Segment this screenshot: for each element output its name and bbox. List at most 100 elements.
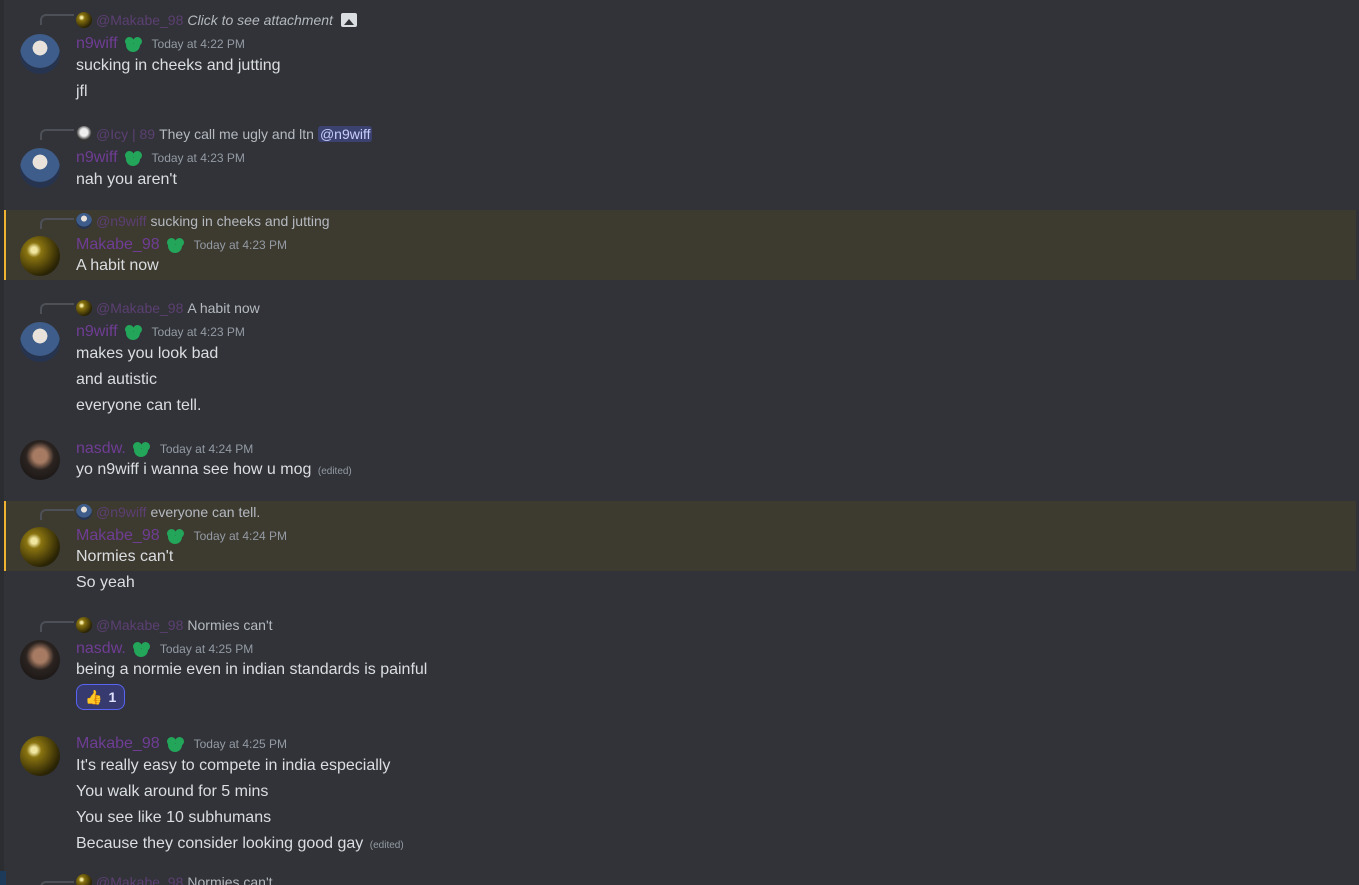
reply-username[interactable]: @Icy | 89 bbox=[96, 126, 155, 142]
reply-connector bbox=[40, 621, 74, 632]
reply-username[interactable]: @n9wiff bbox=[96, 213, 147, 229]
clan-badge-icon[interactable] bbox=[124, 35, 142, 53]
clan-badge-icon[interactable] bbox=[124, 149, 142, 167]
edited-label: (edited) bbox=[317, 466, 352, 477]
avatar[interactable] bbox=[20, 322, 60, 362]
reply-connector bbox=[40, 509, 74, 520]
username[interactable]: Makabe_98 bbox=[76, 236, 160, 254]
reply-text[interactable]: everyone can tell. bbox=[151, 504, 261, 520]
clan-badge-icon[interactable] bbox=[132, 640, 150, 658]
username[interactable]: nasdw. bbox=[76, 640, 126, 658]
username[interactable]: n9wiff bbox=[76, 323, 118, 341]
message-text: being a normie even in indian standards … bbox=[76, 661, 428, 678]
message-text: Normies can't bbox=[76, 548, 174, 565]
thumbs-up-icon: 👍 bbox=[85, 688, 103, 705]
reply-avatar bbox=[76, 300, 92, 316]
timestamp[interactable]: Today at 4:23 PM bbox=[152, 151, 245, 165]
message[interactable]: @Makabe_98 Click to see attachment n9wif… bbox=[4, 6, 1356, 106]
reply-username[interactable]: @Makabe_98 bbox=[96, 617, 183, 633]
timestamp[interactable]: Today at 4:22 PM bbox=[152, 37, 245, 51]
clan-badge-icon[interactable] bbox=[124, 323, 142, 341]
message[interactable]: @Makabe_98 A habit now n9wiff Today at 4… bbox=[4, 294, 1356, 424]
reply-preview[interactable]: @Makabe_98 A habit now bbox=[76, 299, 260, 317]
reply-username[interactable]: @Makabe_98 bbox=[96, 300, 183, 316]
clan-badge-icon[interactable] bbox=[166, 527, 184, 545]
reply-preview[interactable]: @Makabe_98 Normies can't bbox=[76, 873, 273, 885]
username[interactable]: n9wiff bbox=[76, 35, 118, 53]
reply-connector bbox=[40, 881, 74, 885]
reply-preview[interactable]: @n9wiff sucking in cheeks and jutting bbox=[76, 212, 330, 230]
reply-avatar bbox=[76, 126, 92, 142]
message-text: You see like 10 subhumans bbox=[76, 809, 272, 826]
message-header: nasdw. Today at 4:24 PM bbox=[76, 439, 253, 459]
avatar[interactable] bbox=[20, 440, 60, 480]
reply-username[interactable]: @Makabe_98 bbox=[96, 874, 183, 885]
message-header: Makabe_98 Today at 4:25 PM bbox=[76, 734, 287, 754]
clan-badge-icon[interactable] bbox=[132, 440, 150, 458]
avatar[interactable] bbox=[20, 527, 60, 567]
reply-avatar bbox=[76, 213, 92, 229]
message-text: nah you aren't bbox=[76, 171, 177, 188]
message[interactable]: @Icy | 89 They call me ugly and ltn @n9w… bbox=[4, 120, 1356, 200]
reply-preview[interactable]: @Icy | 89 They call me ugly and ltn @n9w… bbox=[76, 125, 373, 143]
reply-connector bbox=[40, 218, 74, 229]
reaction-thumbs-up[interactable]: 👍 1 bbox=[76, 684, 126, 710]
message[interactable]: Makabe_98 Today at 4:25 PM It's really e… bbox=[4, 732, 1356, 862]
clan-badge-icon[interactable] bbox=[166, 735, 184, 753]
user-mention[interactable]: @n9wiff bbox=[317, 126, 373, 142]
timestamp[interactable]: Today at 4:23 PM bbox=[194, 238, 287, 252]
reply-preview[interactable]: @Makabe_98 Click to see attachment bbox=[76, 11, 357, 29]
message-text: yo n9wiff i wanna see how u mog (edited) bbox=[76, 460, 352, 482]
avatar[interactable] bbox=[20, 148, 60, 188]
message-continuation[interactable]: So yeah bbox=[4, 571, 1356, 597]
timestamp[interactable]: Today at 4:25 PM bbox=[194, 737, 287, 751]
reply-text[interactable]: Click to see attachment bbox=[187, 12, 333, 28]
message[interactable]: @Makabe_98 Normies can't bbox=[4, 872, 1356, 885]
message-header: n9wiff Today at 4:23 PM bbox=[76, 148, 245, 168]
reply-text[interactable]: They call me ugly and ltn bbox=[159, 126, 314, 142]
avatar[interactable] bbox=[20, 640, 60, 680]
username[interactable]: Makabe_98 bbox=[76, 735, 160, 753]
reply-username[interactable]: @n9wiff bbox=[96, 504, 147, 520]
message-text: Because they consider looking good gay (… bbox=[76, 834, 404, 856]
reply-preview[interactable]: @n9wiff everyone can tell. bbox=[76, 503, 260, 521]
reply-text[interactable]: Normies can't bbox=[187, 617, 272, 633]
timestamp[interactable]: Today at 4:23 PM bbox=[152, 325, 245, 339]
message-text-content: Because they consider looking good gay bbox=[76, 835, 364, 852]
reply-avatar bbox=[76, 12, 92, 28]
message-highlighted[interactable]: @n9wiff sucking in cheeks and jutting Ma… bbox=[4, 210, 1356, 280]
reply-connector bbox=[40, 129, 74, 140]
edited-label: (edited) bbox=[369, 840, 404, 851]
timestamp[interactable]: Today at 4:24 PM bbox=[160, 442, 253, 456]
reply-avatar bbox=[76, 504, 92, 520]
message[interactable]: nasdw. Today at 4:24 PM yo n9wiff i wann… bbox=[4, 436, 1356, 490]
message-highlighted[interactable]: @n9wiff everyone can tell. Makabe_98 Tod… bbox=[4, 501, 1356, 571]
message-text: everyone can tell. bbox=[76, 397, 202, 414]
window-corner bbox=[0, 871, 6, 885]
reply-connector bbox=[40, 14, 74, 25]
clan-badge-icon[interactable] bbox=[166, 236, 184, 254]
username[interactable]: n9wiff bbox=[76, 149, 118, 167]
image-icon bbox=[340, 13, 357, 27]
reply-text[interactable]: Normies can't bbox=[187, 874, 272, 885]
username[interactable]: Makabe_98 bbox=[76, 527, 160, 545]
reply-text[interactable]: A habit now bbox=[187, 300, 259, 316]
reply-text[interactable]: sucking in cheeks and jutting bbox=[151, 213, 330, 229]
message-text: and autistic bbox=[76, 371, 157, 388]
message-text: You walk around for 5 mins bbox=[76, 783, 269, 800]
timestamp[interactable]: Today at 4:25 PM bbox=[160, 642, 253, 656]
username[interactable]: nasdw. bbox=[76, 440, 126, 458]
avatar[interactable] bbox=[20, 236, 60, 276]
reply-preview[interactable]: @Makabe_98 Normies can't bbox=[76, 616, 273, 634]
reply-username[interactable]: @Makabe_98 bbox=[96, 12, 183, 28]
message-header: Makabe_98 Today at 4:24 PM bbox=[76, 526, 287, 546]
message-text: It's really easy to compete in india esp… bbox=[76, 757, 391, 774]
timestamp[interactable]: Today at 4:24 PM bbox=[194, 529, 287, 543]
message-header: n9wiff Today at 4:22 PM bbox=[76, 34, 245, 54]
avatar[interactable] bbox=[20, 736, 60, 776]
avatar[interactable] bbox=[20, 34, 60, 74]
reaction-count: 1 bbox=[108, 689, 117, 705]
message[interactable]: @Makabe_98 Normies can't nasdw. Today at… bbox=[4, 612, 1356, 712]
chat-message-list[interactable]: @Makabe_98 Click to see attachment n9wif… bbox=[0, 0, 1359, 885]
message-header: Makabe_98 Today at 4:23 PM bbox=[76, 235, 287, 255]
